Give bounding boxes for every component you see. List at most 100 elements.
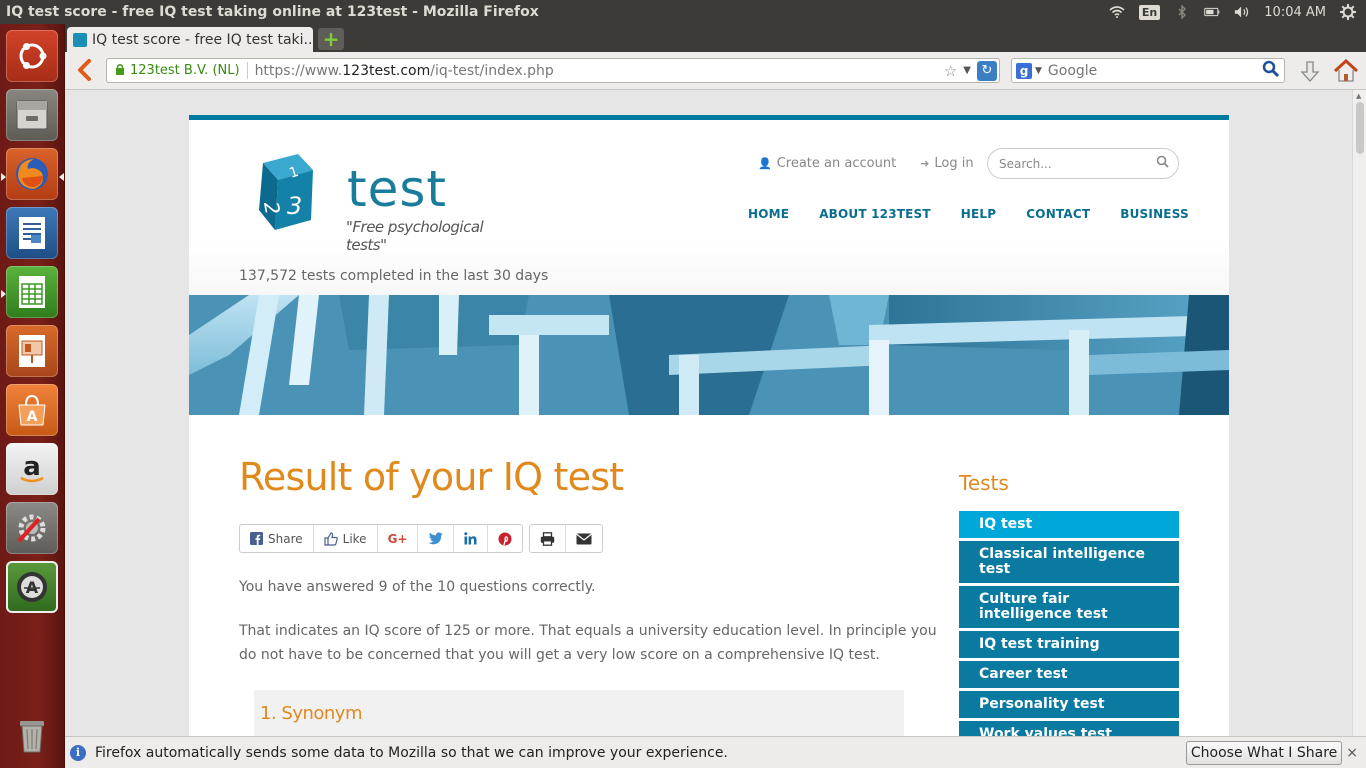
reload-icon[interactable]: ↻ bbox=[977, 60, 997, 81]
google-engine-icon[interactable]: g bbox=[1016, 62, 1032, 79]
like-label: Like bbox=[342, 531, 367, 546]
scroll-up-arrow-icon[interactable]: ▲ bbox=[1356, 92, 1361, 100]
site-identity[interactable]: 123test B.V. (NL) bbox=[130, 63, 240, 78]
padlock-icon[interactable] bbox=[115, 63, 125, 78]
battery-icon[interactable] bbox=[1204, 5, 1220, 19]
user-icon: 👤 bbox=[758, 157, 772, 170]
sidebar-item-iq-test[interactable]: IQ test bbox=[959, 511, 1179, 538]
site-favicon-icon bbox=[73, 32, 87, 47]
question-review-box: 1. Synonym bbox=[254, 690, 904, 736]
facebook-icon bbox=[250, 532, 263, 545]
info-icon: i bbox=[70, 744, 86, 761]
url-prefix: https://www. bbox=[254, 62, 343, 79]
logo-wordmark: test bbox=[347, 160, 448, 218]
sidebar-item-work-values[interactable]: Work values test bbox=[959, 721, 1179, 736]
search-icon[interactable] bbox=[1156, 155, 1169, 172]
top-panel: IQ test score - free IQ test taking onli… bbox=[0, 0, 1366, 24]
sidebar-item-classical-intelligence[interactable]: Classical intelligence test bbox=[959, 541, 1179, 583]
keyboard-layout-indicator[interactable]: En bbox=[1138, 4, 1161, 20]
volume-icon[interactable] bbox=[1234, 5, 1250, 19]
window-title: IQ test score - free IQ test taking onli… bbox=[6, 4, 539, 20]
home-icon[interactable] bbox=[1333, 58, 1359, 83]
logo-cube-icon: 1 2 3 bbox=[259, 154, 313, 230]
notification-text: Firefox automatically sends some data to… bbox=[95, 744, 728, 761]
sidebar-item-personality-test[interactable]: Personality test bbox=[959, 691, 1179, 718]
search-bar[interactable]: g ▼ Google bbox=[1011, 58, 1285, 83]
account-links: 👤 Create an account ➜ Log in bbox=[758, 156, 974, 171]
amazon-icon[interactable]: a bbox=[6, 443, 58, 495]
history-dropdown-icon[interactable]: ▼ bbox=[963, 65, 971, 76]
sidebar-item-culture-fair[interactable]: Culture fair intelligence test bbox=[959, 586, 1179, 628]
unity-launcher: A a A bbox=[0, 24, 65, 768]
linkedin-icon bbox=[464, 532, 477, 545]
new-tab-button[interactable]: + bbox=[318, 28, 344, 50]
site-header: 1 2 3 test "Free psychological tests" 👤 C… bbox=[189, 120, 1229, 295]
site-search-placeholder: Search... bbox=[999, 156, 1052, 171]
wifi-icon[interactable] bbox=[1109, 5, 1125, 19]
site-search-input[interactable]: Search... bbox=[987, 148, 1179, 179]
navigation-toolbar: 123test B.V. (NL) https://www.123test.co… bbox=[65, 52, 1366, 90]
identity-divider bbox=[246, 62, 248, 79]
site-logo[interactable]: 1 2 3 test "Free psychological tests" bbox=[253, 148, 513, 254]
url-bar[interactable]: 123test B.V. (NL) https://www.123test.co… bbox=[106, 58, 1000, 83]
logo-slogan: "Free psychological tests" bbox=[346, 218, 484, 254]
files-icon[interactable] bbox=[6, 89, 58, 141]
bookmark-star-icon[interactable]: ☆ bbox=[944, 62, 957, 80]
social-share-group: Share Like G+ bbox=[239, 524, 524, 553]
login-icon: ➜ bbox=[920, 157, 930, 170]
envelope-icon bbox=[576, 533, 593, 544]
nav-business[interactable]: BUSINESS bbox=[1120, 207, 1189, 221]
facebook-share-button[interactable]: Share bbox=[240, 525, 314, 552]
twitter-icon bbox=[428, 532, 443, 545]
page-scrollbar[interactable]: ▲ bbox=[1352, 90, 1366, 736]
dash-home-icon[interactable] bbox=[6, 30, 58, 82]
back-button[interactable] bbox=[73, 58, 97, 82]
bluetooth-icon[interactable] bbox=[1174, 5, 1190, 19]
sidebar-item-iq-training[interactable]: IQ test training bbox=[959, 631, 1179, 658]
share-label: Share bbox=[268, 531, 303, 546]
software-updater-icon[interactable]: A bbox=[6, 561, 58, 613]
thumbs-up-icon bbox=[324, 531, 338, 546]
sidebar-item-career-test[interactable]: Career test bbox=[959, 661, 1179, 688]
nav-home[interactable]: HOME bbox=[748, 207, 789, 221]
login-link[interactable]: ➜ Log in bbox=[920, 156, 973, 171]
trash-icon[interactable] bbox=[6, 709, 58, 761]
calc-icon[interactable] bbox=[6, 266, 58, 318]
software-center-icon[interactable]: A bbox=[6, 384, 58, 436]
writer-icon[interactable] bbox=[6, 207, 58, 259]
url-text[interactable]: https://www.123test.com/iq-test/index.ph… bbox=[255, 63, 554, 79]
scrollbar-thumb[interactable] bbox=[1356, 102, 1364, 154]
nav-contact[interactable]: CONTACT bbox=[1026, 207, 1090, 221]
print-button[interactable] bbox=[530, 525, 567, 552]
email-button[interactable] bbox=[566, 525, 602, 552]
system-tray: En 10:04 AM bbox=[1109, 4, 1366, 20]
pinterest-share-button[interactable] bbox=[488, 525, 522, 552]
firefox-icon[interactable] bbox=[6, 148, 58, 200]
back-arrow-icon bbox=[78, 59, 91, 81]
login-label: Log in bbox=[934, 156, 974, 171]
like-button[interactable]: Like bbox=[314, 525, 378, 552]
search-engine-placeholder[interactable]: Google bbox=[1048, 63, 1262, 79]
tab-iq-test-score[interactable]: IQ test score - free IQ test taki... × bbox=[67, 27, 313, 52]
nav-about[interactable]: ABOUT 123TEST bbox=[819, 207, 931, 221]
choose-what-i-share-button[interactable]: Choose What I Share bbox=[1185, 740, 1343, 765]
search-icon[interactable] bbox=[1262, 60, 1280, 82]
downloads-icon[interactable] bbox=[1299, 60, 1321, 90]
nav-help[interactable]: HELP bbox=[961, 207, 996, 221]
svg-text:3: 3 bbox=[287, 192, 302, 220]
google-plus-share-button[interactable]: G+ bbox=[378, 525, 419, 552]
create-account-link[interactable]: 👤 Create an account bbox=[758, 156, 896, 171]
impress-icon[interactable] bbox=[6, 325, 58, 377]
url-host: 123test.com bbox=[342, 62, 431, 79]
settings-gear-icon[interactable] bbox=[1340, 4, 1356, 20]
maze-banner-image bbox=[189, 295, 1229, 415]
notification-close-icon[interactable]: × bbox=[1346, 745, 1358, 761]
twitter-share-button[interactable] bbox=[418, 525, 455, 552]
site-container: 1 2 3 test "Free psychological tests" 👤 C… bbox=[189, 115, 1229, 736]
linkedin-share-button[interactable] bbox=[454, 525, 489, 552]
engine-dropdown-icon[interactable]: ▼ bbox=[1035, 66, 1042, 76]
tab-title: IQ test score - free IQ test taki... bbox=[92, 31, 313, 48]
system-settings-icon[interactable] bbox=[6, 502, 58, 554]
url-path: /iq-test/index.php bbox=[430, 62, 554, 79]
clock[interactable]: 10:04 AM bbox=[1264, 5, 1326, 20]
